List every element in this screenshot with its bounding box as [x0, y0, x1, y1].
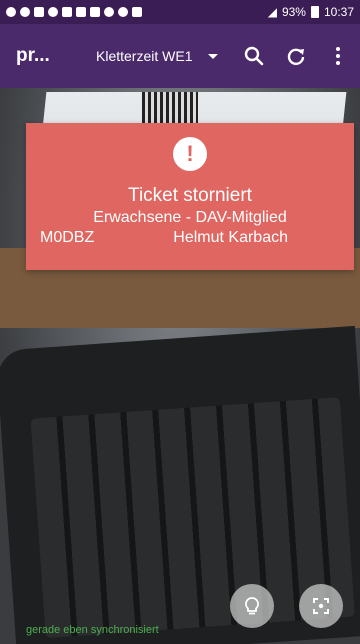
ticket-status-card: ! Ticket storniert Erwachsene - DAV-Mitg…: [26, 123, 354, 270]
scan-icon: [313, 598, 329, 614]
ticket-holder: Helmut Karbach: [173, 229, 288, 246]
refresh-icon: [287, 48, 305, 66]
search-button[interactable]: [240, 42, 268, 70]
battery-icon: [310, 6, 319, 18]
switch-scanner-button[interactable]: [299, 584, 343, 628]
event-select-label: Kletterzeit WE1: [96, 48, 193, 64]
ticket-status: Ticket storniert: [128, 185, 252, 206]
lightbulb-icon: [245, 597, 259, 615]
sync-status: gerade eben synchronisiert: [26, 624, 159, 636]
refresh-button[interactable]: [282, 42, 310, 70]
more-vert-icon: [336, 47, 340, 65]
notification-icons: [6, 7, 142, 17]
battery-level: 93%: [281, 5, 306, 19]
flashlight-button[interactable]: [230, 584, 274, 628]
ticket-type: Erwachsene - DAV-Mitglied: [93, 209, 287, 226]
search-icon: [244, 46, 264, 66]
alert-icon: !: [173, 137, 207, 171]
wifi-icon: ◢: [267, 5, 277, 19]
ticket-code: M0DBZ: [40, 229, 95, 246]
event-select[interactable]: Kletterzeit WE1: [96, 48, 219, 64]
clock: 10:37: [323, 5, 354, 19]
more-menu-button[interactable]: [324, 42, 352, 70]
app-title: pr...: [16, 45, 50, 66]
chevron-down-icon: [208, 53, 219, 59]
status-bar: ◢ 93% 10:37: [0, 0, 360, 24]
qr-code-image: [142, 92, 198, 124]
app-bar: pr... Kletterzeit WE1: [0, 24, 360, 88]
